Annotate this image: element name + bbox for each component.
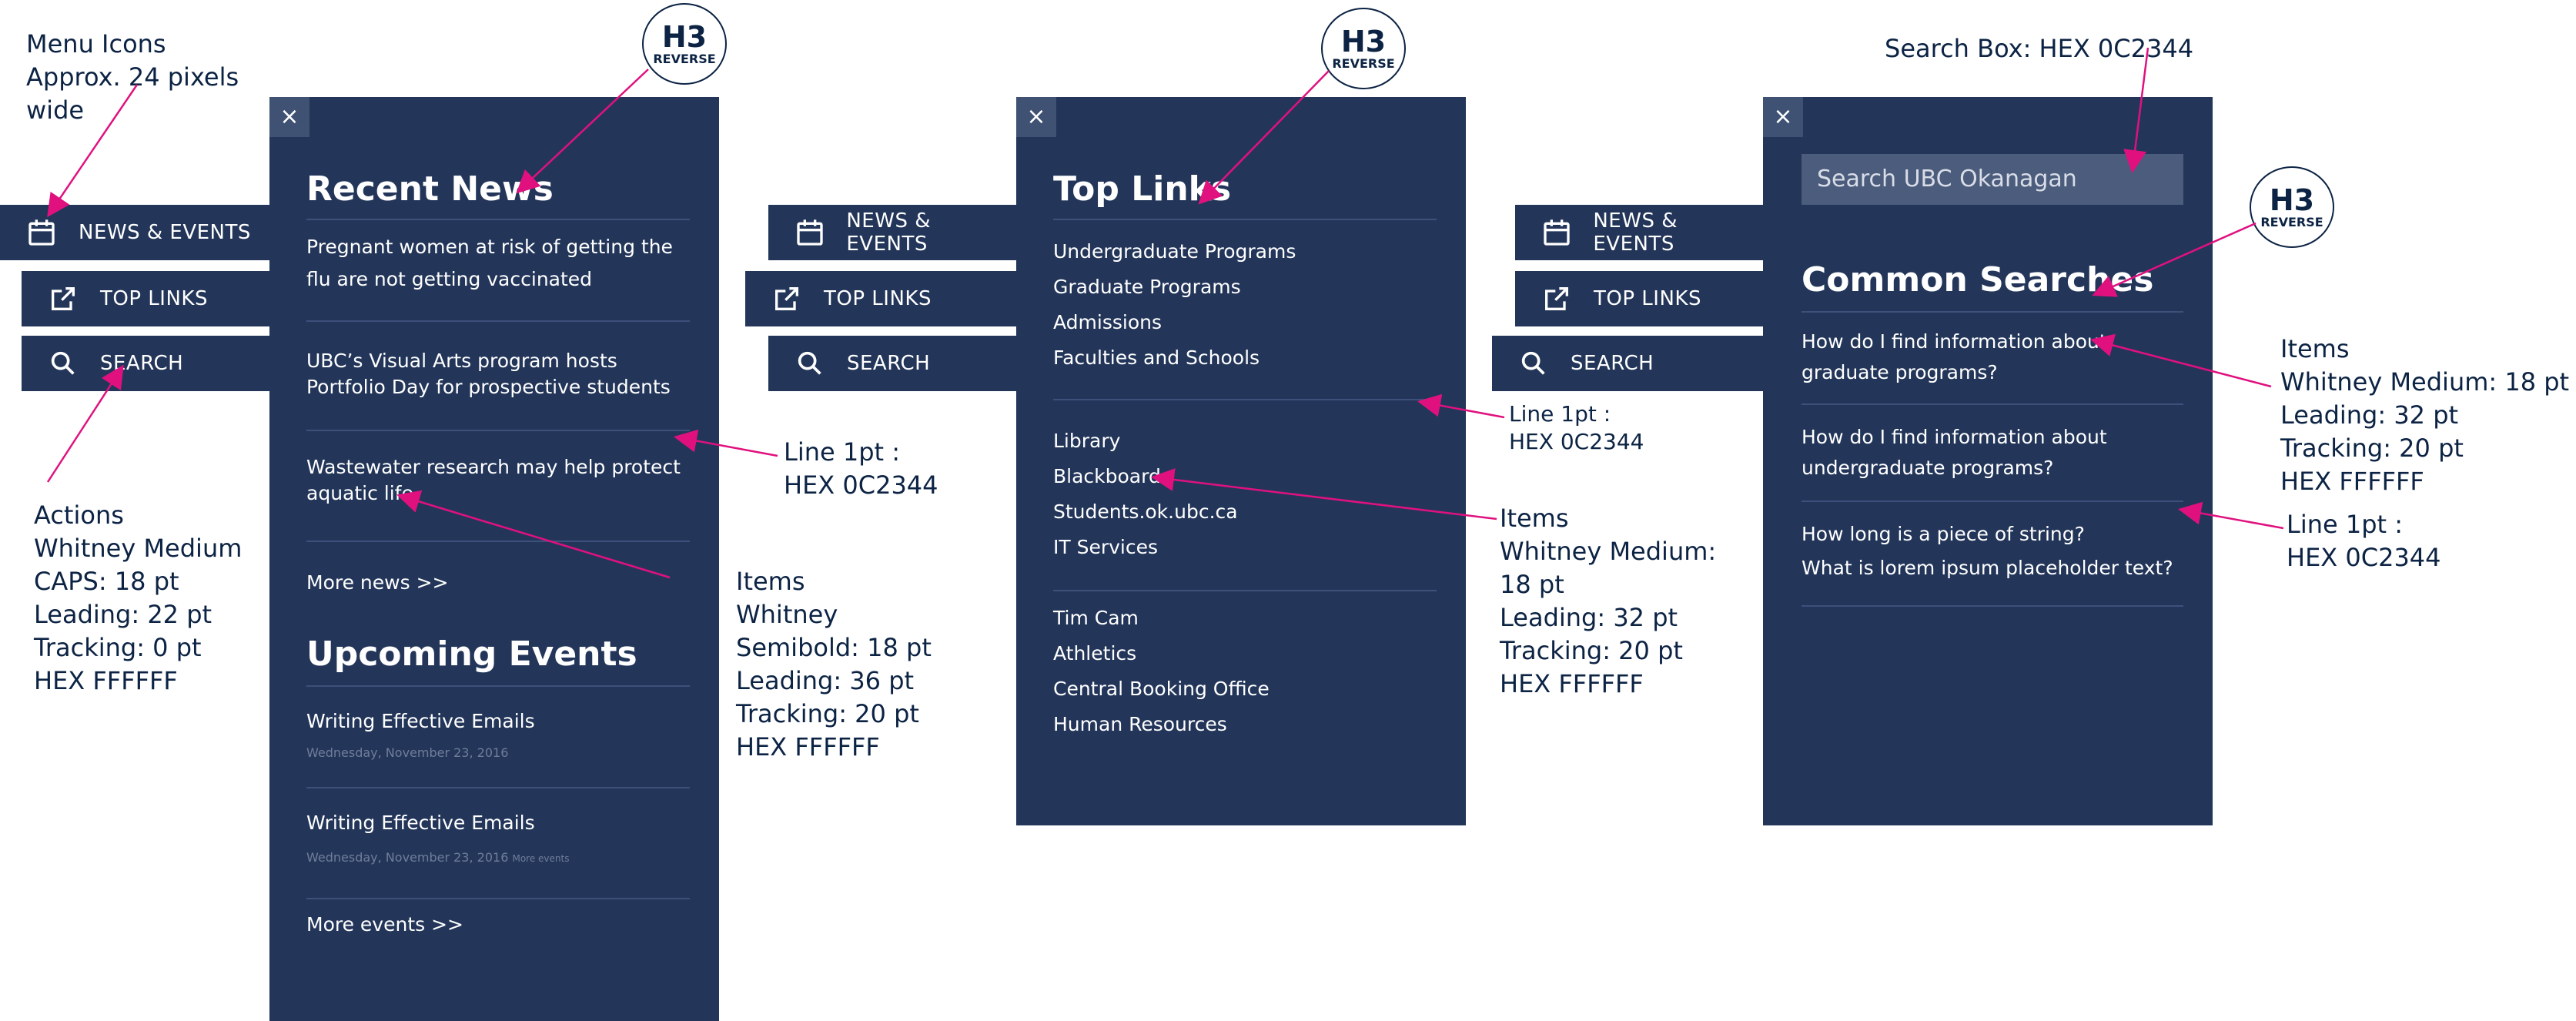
- arrow-actions: [46, 364, 124, 483]
- arrow-line-news: [674, 429, 778, 457]
- arrow-items-search: [2090, 333, 2272, 388]
- arrow-h3-links: [1198, 70, 1330, 205]
- arrow-search-box: [2123, 47, 2149, 173]
- arrow-h3-search: [2092, 222, 2257, 297]
- arrow-items-links: [1151, 468, 1497, 521]
- arrow-h3-news: [516, 69, 649, 194]
- arrow-items-news: [396, 490, 671, 579]
- annotation-arrows: [46, 47, 2284, 579]
- arrow-line-links: [1417, 393, 1505, 419]
- arrow-menu-icons: [47, 84, 139, 218]
- arrow-line-search: [2178, 501, 2284, 530]
